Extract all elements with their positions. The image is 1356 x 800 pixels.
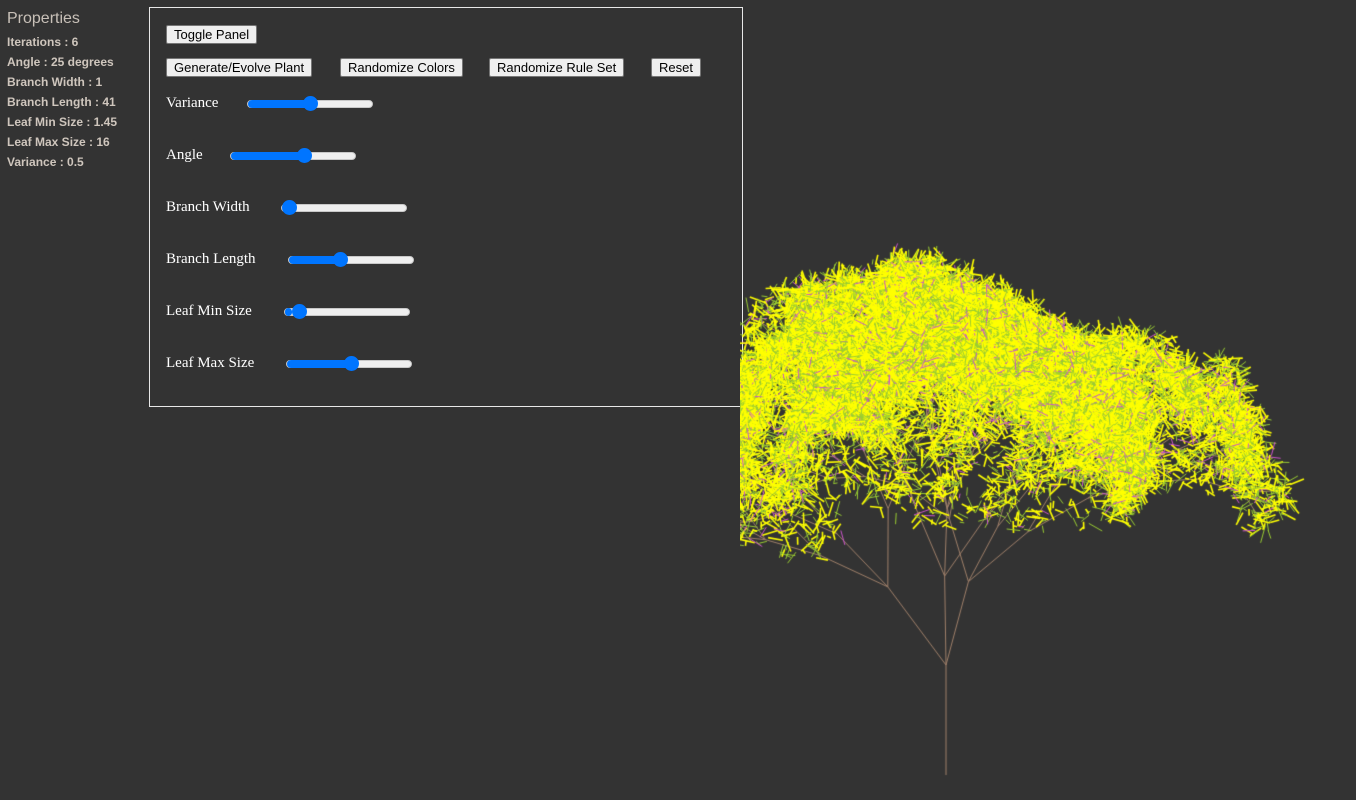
variance-readout: Variance : 0.5 <box>7 155 84 169</box>
iterations-readout: Iterations : 6 <box>7 35 79 49</box>
leaf-max-size-readout: Leaf Max Size : 16 <box>7 135 110 149</box>
reset-button[interactable]: Reset <box>651 58 701 77</box>
leaf-max-size-slider[interactable] <box>286 356 412 371</box>
branch-width-readout: Branch Width : 1 <box>7 75 103 89</box>
slider-thumb[interactable] <box>333 252 348 267</box>
generate-evolve-plant-button[interactable]: Generate/Evolve Plant <box>166 58 313 77</box>
randomize-colors-button[interactable]: Randomize Colors <box>340 58 463 77</box>
branch-length-slider[interactable] <box>288 252 414 267</box>
slider-thumb[interactable] <box>282 200 297 215</box>
control-panel: Toggle Panel Generate/Evolve Plant Rando… <box>149 7 743 407</box>
branch-width-slider[interactable] <box>281 200 407 215</box>
variance-slider[interactable] <box>247 96 373 111</box>
angle-label: Angle <box>166 147 203 163</box>
slider-thumb[interactable] <box>291 304 307 319</box>
leaf-min-size-label: Leaf Min Size <box>166 303 252 319</box>
slider-thumb[interactable] <box>297 148 312 163</box>
leaf-min-size-slider[interactable] <box>284 304 410 319</box>
leaf-min-size-readout: Leaf Min Size : 1.45 <box>7 115 118 129</box>
leaf-max-size-label: Leaf Max Size <box>166 355 255 371</box>
plant-canvas <box>740 0 1356 800</box>
slider-thumb[interactable] <box>344 356 360 371</box>
branch-length-label: Branch Length <box>166 251 256 267</box>
toggle-panel-button[interactable]: Toggle Panel <box>166 25 258 44</box>
angle-slider[interactable] <box>230 148 356 163</box>
randomize-rule-set-button[interactable]: Randomize Rule Set <box>489 58 625 77</box>
properties-readout: Properties Iterations : 6 Angle : 25 deg… <box>7 10 117 172</box>
variance-label: Variance <box>166 95 219 111</box>
branch-length-readout: Branch Length : 41 <box>7 95 116 109</box>
angle-readout: Angle : 25 degrees <box>7 55 114 69</box>
properties-title: Properties <box>7 10 80 27</box>
branch-width-label: Branch Width <box>166 199 250 215</box>
slider-thumb[interactable] <box>303 96 318 111</box>
